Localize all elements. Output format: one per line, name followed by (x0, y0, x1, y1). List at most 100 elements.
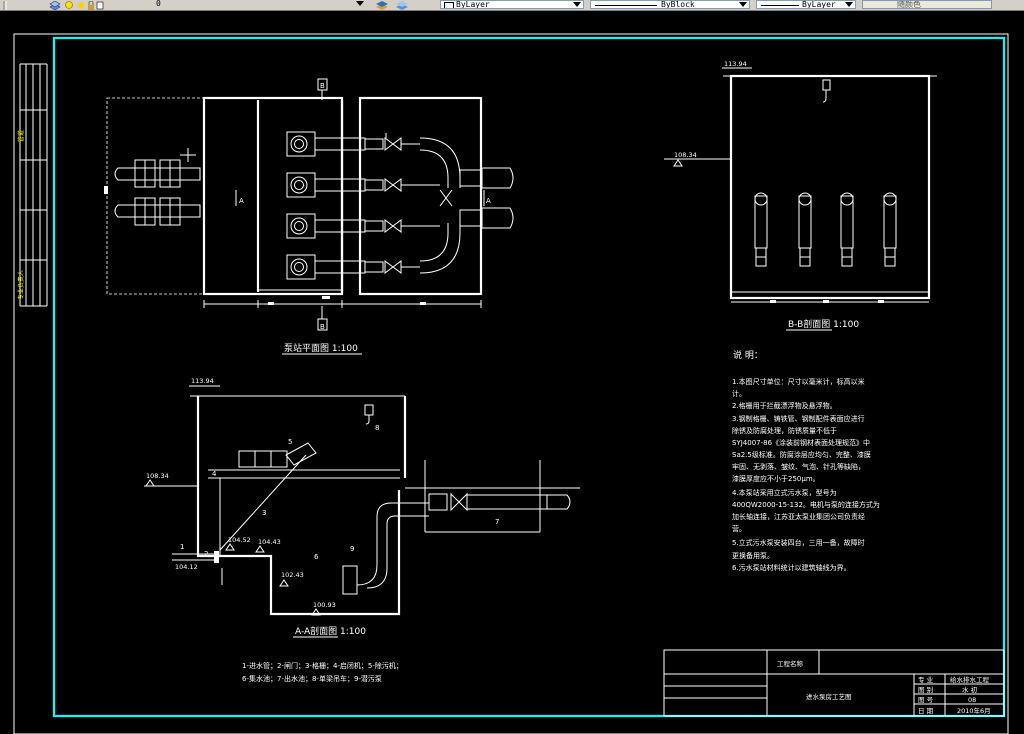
collection-well-walls (202, 96, 344, 296)
aa-well-outline (196, 396, 401, 616)
titleblock-row-label: 图 号 (918, 696, 934, 704)
notes-block: 说 明： 1.本图尺寸单位：尺寸以毫米计，标高以米 计。 2.格栅用于拦截漂浮物… (732, 349, 880, 572)
titleblock-row-value: 水 初 (962, 685, 977, 694)
titleblock-row-value: 08 (968, 696, 976, 704)
note-line: 除锈及防腐处理，防锈质量不低于 (732, 426, 837, 435)
inlet-channel-outline (106, 97, 205, 295)
linetype-control-value: ByBlock (661, 0, 695, 9)
aa-elevation-pit: 100.93 (313, 601, 336, 609)
titleblock-row-label: 专 业 (918, 675, 934, 684)
note-line: 4.本泵站采用立式污水泵，型号为 (732, 488, 837, 497)
titleblock-project-label: 工程名称 (777, 659, 804, 668)
crane-hook-icon (822, 79, 831, 103)
note-line: 更换备用泵。 (732, 551, 774, 560)
note-line: 400QW2000-15-132。电机与泵的连接方式为 (732, 500, 880, 509)
toolbar-grip[interactable] (0, 0, 10, 10)
plan-view: B B A A 泵站平面图 1:100 (104, 78, 514, 355)
plotstyle-control-value: 随颜色 (897, 0, 921, 9)
layer-toolbar (0, 0, 104, 10)
outlet-chamber-walls (358, 96, 483, 296)
section-aa-view: 113.94 108.34 104.12 104.52 104.43 102.4… (144, 377, 580, 683)
lineweight-control-value: ByLayer (802, 0, 836, 9)
aa-submersible-pump (342, 502, 429, 595)
sun-icon[interactable] (76, 0, 86, 10)
chevron-down-icon (356, 1, 364, 6)
plan-marker-a-left: A (239, 197, 244, 205)
color-control-dropdown[interactable]: ByLayer (440, 0, 584, 9)
pump-row-2 (286, 172, 440, 198)
chevron-down-icon (573, 2, 581, 7)
note-line: 计。 (732, 389, 746, 398)
color-control-value: ByLayer (456, 0, 490, 9)
layer-previous-icon[interactable] (394, 0, 410, 10)
note-line: 漆膜厚度应不小于250μm。 (732, 474, 820, 483)
lightbulb-icon[interactable] (62, 0, 76, 10)
color-swatch-icon (444, 2, 454, 8)
plan-view-title: 泵站平面图 1:100 (284, 342, 358, 354)
section-bb-view: 113.94 108.34 B-B剖面图 1:100 (664, 60, 937, 331)
bb-pump-columns (754, 192, 897, 267)
callout-3: 3 (262, 509, 266, 517)
callout-6: 6 (314, 553, 319, 561)
callout-1: 1 (180, 543, 184, 551)
title-block: 工程名称 进水泵房工艺图 专 业 给水排水工程 图 别 水 初 图 号 08 日… (663, 649, 1005, 717)
callout-4: 4 (212, 470, 217, 478)
callout-7: 7 (495, 518, 499, 526)
note-line: SYJ4007-86《涂装前钢材表面处理规范》中 (732, 438, 870, 447)
plotstyle-control-dropdown[interactable]: 随颜色 (862, 0, 992, 9)
layer-dropdown[interactable]: 0 (140, 0, 370, 9)
callout-2: 2 (204, 550, 208, 558)
aa-view-title: A-A剖面图 1:100 (295, 625, 366, 637)
pump-row-3 (286, 213, 440, 239)
linetype-control-dropdown[interactable]: ByBlock (590, 0, 750, 9)
titleblock-row-label: 日 期 (918, 707, 934, 715)
aa-elevation-inlet: 104.12 (175, 563, 198, 571)
legend-line-1: 1-进水管；2-闸门；3-格栅；4-启闭机；5-除污机； (242, 661, 403, 670)
callout-5: 5 (288, 438, 292, 446)
titleblock-row-label: 图 别 (918, 685, 933, 694)
bb-elevation-roof: 113.94 (724, 60, 747, 68)
note-line: 3.钢制格栅、铸铁管、钢制配件表面应进行 (732, 414, 865, 423)
discharge-header (419, 137, 514, 274)
lock-icon[interactable] (86, 0, 96, 10)
make-object-layer-current-icon[interactable] (374, 0, 390, 10)
titleblock-row-value: 2010年6月 (957, 706, 991, 715)
pump-row-1 (286, 131, 420, 157)
linetype-sample-line (595, 5, 657, 6)
inlet-pipes (104, 148, 201, 226)
titleblock-row-value: 给水排水工程 (950, 675, 990, 684)
note-line: 6.污水泵站材料统计以建筑轴线为界。 (732, 563, 851, 572)
aa-elevation-roof: 113.94 (191, 377, 214, 385)
drawing-canvas[interactable]: 管道 专业负责人 B B A A 泵站平面图 1:100 113.94 108.… (0, 10, 1024, 734)
note-line: 加长轴连接，江苏亚太泵业集团公司负责经 (732, 512, 865, 521)
note-line: 营。 (732, 524, 746, 533)
strip-label-bottom: 专业负责人 (17, 270, 25, 300)
note-line: 1.本图尺寸单位：尺寸以毫米计，标高以米 (732, 377, 865, 386)
note-line: Sa2.5级标准。防腐涂层应均匀、完整、漆膜 (732, 450, 871, 459)
lineweight-control-dropdown[interactable]: ByLayer (756, 0, 856, 9)
notes-heading: 说 明： (733, 349, 763, 361)
note-line: 2.格栅用于拦截漂浮物及悬浮物。 (732, 401, 837, 410)
layer-color-swatch-icon[interactable] (96, 0, 104, 10)
legend-line-2: 6-集水池；7-出水池；8-单梁吊车；9-潜污泵 (242, 674, 382, 683)
layer-manager-icon[interactable] (48, 0, 62, 10)
callout-8: 8 (375, 424, 379, 432)
aa-elevation-102-43: 102.43 (281, 571, 304, 579)
bb-building-walls (729, 74, 931, 300)
layer-dropdown-value: 0 (156, 0, 161, 8)
note-line: 5.立式污水泵安装四台，三用一备，故障时 (732, 538, 865, 547)
aa-outlet-pipe (405, 460, 580, 533)
strip-label-top: 管道 (17, 130, 25, 142)
pump-row-4 (286, 254, 420, 280)
titleblock-drawing-name: 进水泵房工艺图 (806, 692, 852, 701)
aa-elevation-104-43: 104.43 (258, 538, 281, 546)
chevron-down-icon (845, 2, 853, 7)
plan-marker-a-right: A (486, 197, 491, 205)
chevron-down-icon (739, 2, 747, 7)
aa-crane-icon (364, 404, 374, 425)
bb-view-title: B-B剖面图 1:100 (788, 318, 859, 330)
plan-marker-b-top: B (320, 82, 325, 90)
note-line: 牢固、无剥落、皱纹、气泡、针孔等缺陷， (732, 462, 865, 471)
binding-strip: 管道 专业负责人 (17, 63, 48, 307)
callout-9: 9 (350, 545, 354, 553)
